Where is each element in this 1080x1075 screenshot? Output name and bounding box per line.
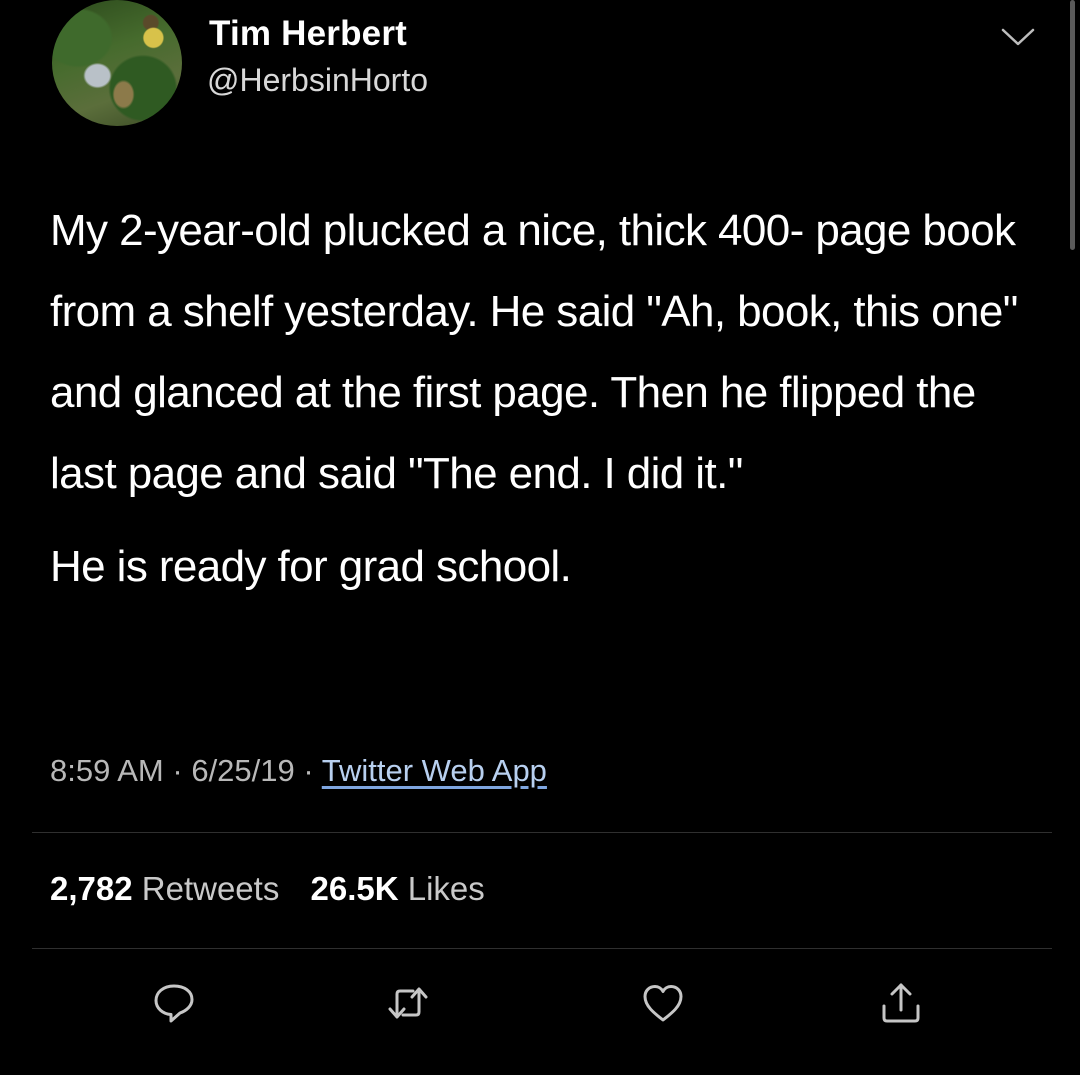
reply-icon[interactable] — [151, 980, 197, 1026]
meta-separator: · — [303, 753, 314, 788]
source-link[interactable]: Twitter Web App — [322, 753, 547, 788]
user-handle[interactable]: @HerbsinHorto — [207, 62, 428, 99]
avatar[interactable] — [52, 0, 182, 126]
divider — [32, 832, 1052, 833]
user-name[interactable]: Tim Herbert — [209, 14, 407, 54]
likes-count[interactable]: 26.5K — [311, 870, 399, 907]
share-icon[interactable] — [878, 980, 924, 1026]
tweet-text: My 2-year-old plucked a nice, thick 400-… — [50, 190, 1050, 607]
scrollbar[interactable] — [1070, 0, 1075, 250]
tweet-paragraph: My 2-year-old plucked a nice, thick 400-… — [50, 206, 1018, 498]
divider — [32, 948, 1052, 949]
engagement-stats: 2,782 Retweets 26.5K Likes — [50, 870, 507, 908]
chevron-down-icon[interactable] — [1000, 26, 1036, 48]
action-bar — [0, 970, 1080, 1040]
tweet-paragraph: He is ready for grad school. — [50, 542, 572, 591]
retweet-icon[interactable] — [385, 980, 431, 1026]
retweets-count[interactable]: 2,782 — [50, 870, 133, 907]
meta-separator: · — [172, 753, 183, 788]
heart-icon[interactable] — [640, 980, 686, 1026]
tweet-date: 6/25/19 — [191, 753, 295, 788]
retweets-label[interactable]: Retweets — [142, 870, 280, 907]
tweet-meta: 8:59 AM · 6/25/19 · Twitter Web App — [50, 753, 547, 789]
tweet-card: Tim Herbert @HerbsinHorto My 2-year-old … — [0, 0, 1080, 1075]
tweet-time: 8:59 AM — [50, 753, 164, 788]
likes-label[interactable]: Likes — [408, 870, 485, 907]
